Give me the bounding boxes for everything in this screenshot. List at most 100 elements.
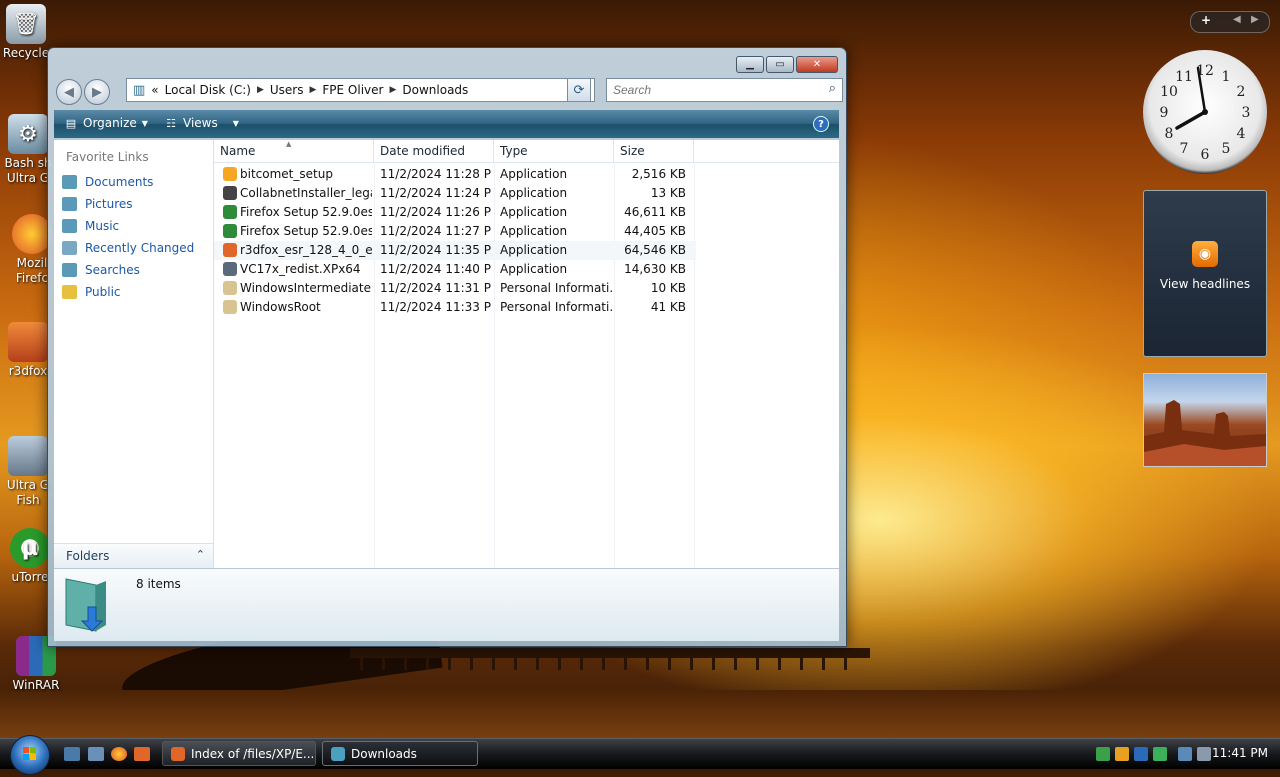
- forward-button[interactable]: ▶: [84, 79, 110, 105]
- next-gadgets-icon[interactable]: ▶: [1251, 14, 1259, 25]
- favorite-link-music[interactable]: Music: [62, 219, 119, 233]
- desktop-icon-label: Bash sh Ultra G: [4, 156, 52, 185]
- favorite-link-label: Recently Changed: [85, 241, 195, 255]
- chevron-right-icon[interactable]: ▶: [389, 85, 396, 95]
- file-row[interactable]: Firefox Setup 52.9.0esr(1) 11/2/2024 11:2…: [214, 222, 696, 241]
- search-input[interactable]: [611, 80, 815, 100]
- file-row[interactable]: WindowsRoot 11/2/2024 11:33 PM Personal In…: [214, 298, 696, 317]
- column-header-type[interactable]: Type: [494, 140, 614, 162]
- file-row[interactable]: CollabnetInstaller_lega... 11/2/2024 11:2…: [214, 184, 696, 203]
- favorite-link-pictures[interactable]: Pictures: [62, 197, 133, 211]
- close-button[interactable]: ✕: [796, 56, 838, 73]
- back-button[interactable]: ◀: [56, 79, 82, 105]
- breadcrumb-downloads[interactable]: Downloads: [402, 83, 468, 97]
- file-type: Application: [500, 243, 568, 257]
- firefox-quicklaunch-icon[interactable]: [111, 747, 127, 761]
- clock-gadget[interactable]: 12 1 2 345 678 9 10 11: [1143, 50, 1267, 174]
- taskbar-button-browser[interactable]: Index of /files/XP/E...: [162, 741, 316, 766]
- recycle-bin-icon: 🗑: [6, 4, 46, 44]
- show-desktop-icon[interactable]: [64, 747, 80, 761]
- feed-headlines-gadget[interactable]: ◉ View headlines: [1143, 190, 1267, 357]
- chevron-right-icon[interactable]: ▶: [257, 85, 264, 95]
- search-box: ⌕: [606, 78, 843, 102]
- favorite-links-heading: Favorite Links: [66, 150, 149, 164]
- window-controls: ▁ ▭ ✕: [736, 56, 838, 73]
- file-row[interactable]: r3dfox_esr_128_4_0_en_... 11/2/2024 11:35…: [214, 241, 696, 260]
- pictures-icon: [62, 197, 77, 211]
- pier-legs: [360, 656, 860, 670]
- chevron-down-icon: ▼: [232, 118, 239, 128]
- desktop-icon-label: Mozil Firefc: [15, 256, 49, 285]
- organize-button[interactable]: ▤ Organize ▼: [64, 116, 148, 130]
- svg-text:7: 7: [1180, 141, 1189, 157]
- breadcrumb-users[interactable]: Users: [270, 83, 304, 97]
- column-header-label: Name: [220, 144, 256, 158]
- file-size: 41 KB: [650, 300, 686, 314]
- favorite-link-public[interactable]: Public: [62, 285, 121, 299]
- desktop-icon-label: r3dfox: [8, 364, 48, 378]
- content-area: Favorite Links Documents Pictures Music …: [54, 140, 839, 568]
- address-bar[interactable]: ▥ « Local Disk (C:) ▶ Users ▶ FPE Oliver…: [126, 78, 595, 102]
- file-row[interactable]: bitcomet_setup 11/2/2024 11:28 PM Applicat…: [214, 165, 696, 184]
- volume-muted-icon[interactable]: [1197, 747, 1211, 761]
- security-shield-icon[interactable]: [1115, 747, 1129, 761]
- svg-text:4: 4: [1237, 126, 1246, 142]
- file-name: CollabnetInstaller_lega...: [240, 186, 372, 200]
- breadcrumb-overflow[interactable]: «: [151, 83, 158, 97]
- favorite-link-recently-changed[interactable]: Recently Changed: [62, 241, 194, 255]
- file-type: Application: [500, 224, 568, 238]
- file-size: 64,546 KB: [624, 243, 686, 257]
- svg-text:8: 8: [1165, 126, 1174, 142]
- views-button[interactable]: ☷ Views ▼: [164, 116, 239, 130]
- file-size: 2,516 KB: [631, 167, 686, 181]
- views-label: Views: [183, 116, 218, 130]
- network-icon[interactable]: [1178, 747, 1192, 761]
- file-date: 11/2/2024 11:24 PM: [380, 186, 492, 200]
- breadcrumb-fpe-oliver[interactable]: FPE Oliver: [322, 83, 383, 97]
- documents-icon: [62, 175, 77, 189]
- fish-icon: [8, 436, 48, 476]
- switch-windows-icon[interactable]: [88, 747, 104, 761]
- downloads-folder-icon: [62, 575, 114, 635]
- certificate-icon: [223, 281, 237, 295]
- taskbar-clock[interactable]: 11:41 PM: [1212, 746, 1268, 760]
- add-gadget-icon[interactable]: +: [1201, 13, 1211, 27]
- chevron-right-icon[interactable]: ▶: [309, 85, 316, 95]
- file-date: 11/2/2024 11:33 PM: [380, 300, 492, 314]
- favorite-link-searches[interactable]: Searches: [62, 263, 140, 277]
- utorrent-icon: µ: [10, 528, 50, 568]
- tray-update-icon[interactable]: [1153, 747, 1167, 761]
- file-row[interactable]: Firefox Setup 52.9.0esr 11/2/2024 11:26 P…: [214, 203, 696, 222]
- setup-icon: [223, 205, 237, 219]
- file-row[interactable]: VC17x_redist.XPx64 11/2/2024 11:40 PM Appl…: [214, 260, 696, 279]
- file-row[interactable]: WindowsIntermediate 11/2/2024 11:31 PM Per…: [214, 279, 696, 298]
- maximize-button[interactable]: ▭: [766, 56, 794, 73]
- help-icon[interactable]: ?: [813, 116, 829, 132]
- file-size: 44,405 KB: [624, 224, 686, 238]
- firefox-icon: [12, 214, 52, 254]
- file-type: Application: [500, 167, 568, 181]
- organize-label: Organize: [83, 116, 137, 130]
- minimize-button[interactable]: ▁: [736, 56, 764, 73]
- file-size: 14,630 KB: [624, 262, 686, 276]
- favorite-link-documents[interactable]: Documents: [62, 175, 153, 189]
- gear-icon: ⚙: [8, 114, 48, 154]
- column-header-label: Date modified: [380, 144, 466, 158]
- start-button[interactable]: [10, 735, 50, 775]
- tray-app-icon[interactable]: [1096, 747, 1110, 761]
- column-header-date[interactable]: Date modified: [374, 140, 494, 162]
- search-icon[interactable]: ⌕: [829, 81, 836, 96]
- svg-text:9: 9: [1160, 105, 1169, 121]
- column-header-size[interactable]: Size: [614, 140, 694, 162]
- column-header-name[interactable]: Name ▲: [214, 140, 374, 162]
- tray-utility-icon[interactable]: [1134, 747, 1148, 761]
- folders-toggle[interactable]: Folders ⌃: [54, 543, 213, 568]
- refresh-button[interactable]: ⟳: [567, 78, 591, 102]
- chevron-up-icon: ⌃: [195, 548, 205, 561]
- searches-icon: [62, 263, 77, 277]
- taskbar-button-downloads[interactable]: Downloads: [322, 741, 478, 766]
- slideshow-gadget[interactable]: [1143, 373, 1267, 467]
- r3dfox-quicklaunch-icon[interactable]: [134, 747, 150, 761]
- breadcrumb-local-disk[interactable]: Local Disk (C:): [165, 83, 251, 97]
- previous-gadgets-icon[interactable]: ◀: [1233, 14, 1241, 25]
